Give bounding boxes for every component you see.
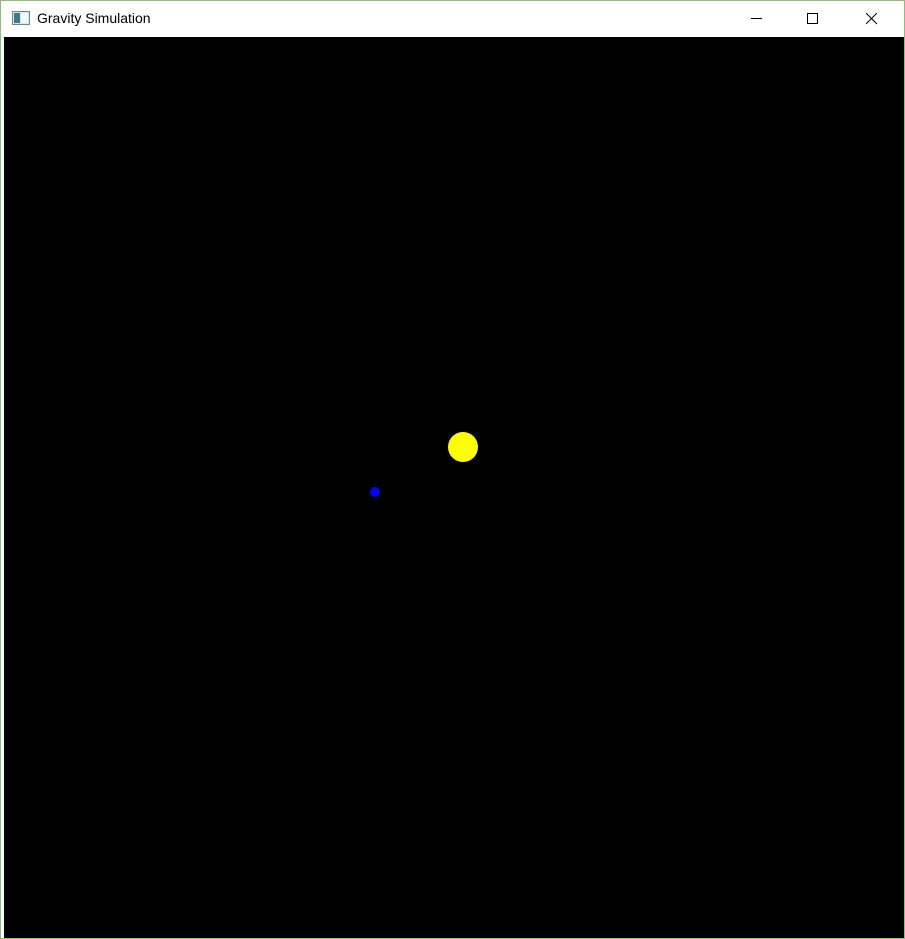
- minimize-button[interactable]: [734, 1, 780, 37]
- maximize-button[interactable]: [790, 1, 836, 37]
- simulation-drawing: [370, 432, 478, 497]
- minimize-icon: [751, 18, 762, 19]
- maximize-icon: [807, 13, 818, 24]
- close-button[interactable]: [849, 1, 895, 37]
- title-bar[interactable]: Gravity Simulation: [1, 1, 904, 37]
- close-icon: [866, 13, 878, 25]
- app-icon: [12, 11, 30, 25]
- planet-body: [370, 487, 380, 497]
- sun-body: [448, 432, 478, 462]
- simulation-canvas[interactable]: [4, 37, 904, 938]
- app-window: Gravity Simulation: [0, 0, 905, 939]
- window-title: Gravity Simulation: [37, 10, 151, 26]
